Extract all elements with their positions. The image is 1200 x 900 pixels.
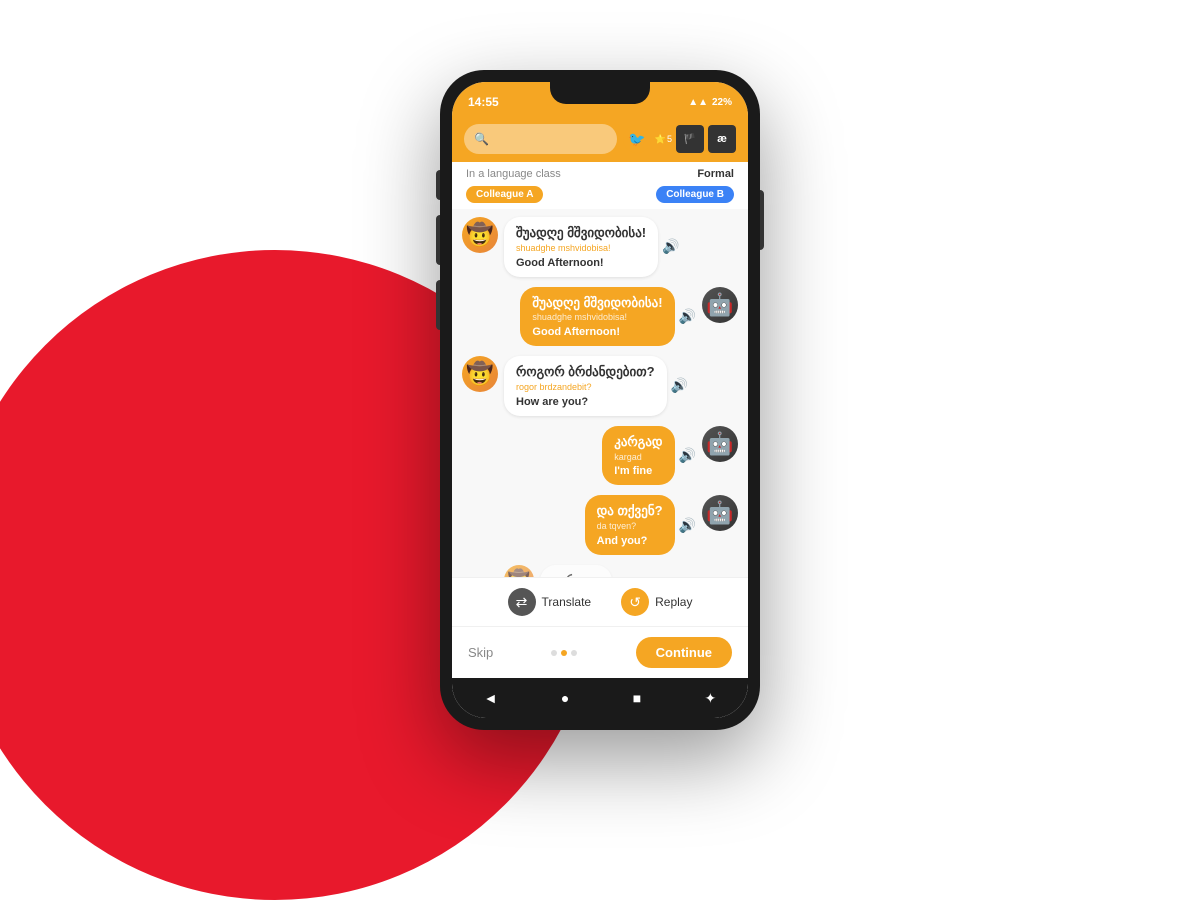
skip-button[interactable]: Skip xyxy=(468,645,493,660)
phone-wrapper: 14:55 ▲▲ 22% 🔍 🐦 ⭐ 5 🏴 æ xyxy=(440,70,760,730)
message-english: Good Afternoon! xyxy=(532,326,662,338)
message-row: 🤠 როგორ ბრძანდებით? rogor brdzandebit? H… xyxy=(462,356,738,416)
avatar-emoji-a: 🤠 xyxy=(466,222,493,248)
message-bubble: და თქვენ? da tqven? And you? xyxy=(585,495,675,555)
avatar-b: 🤖 xyxy=(702,287,738,323)
search-icon: 🔍 xyxy=(474,132,489,146)
notch xyxy=(550,82,650,104)
avatar-b: 🤖 xyxy=(702,426,738,462)
colleague-a-tag: Colleague A xyxy=(466,186,543,203)
top-nav: 🔍 🐦 ⭐ 5 🏴 æ xyxy=(452,118,748,162)
accessibility-button[interactable]: ✦ xyxy=(705,690,717,707)
android-nav: ◄ ● ■ ✦ xyxy=(452,678,748,718)
register-label: Formal xyxy=(697,168,734,180)
translate-button[interactable]: ⇄ Translate xyxy=(508,588,592,616)
message-romanized: rogor brdzandebit? xyxy=(516,382,655,394)
phone-device: 14:55 ▲▲ 22% 🔍 🐦 ⭐ 5 🏴 æ xyxy=(440,70,760,730)
bubble-wrap: 🔊 და თქვენ? da tqven? And you? xyxy=(585,495,696,555)
avatar-emoji-partial: 🤠 xyxy=(508,569,530,577)
avatar-emoji-b: 🤖 xyxy=(706,500,733,526)
message-english: I'm fine xyxy=(614,465,662,477)
translate-label: Translate xyxy=(542,595,592,609)
recent-button[interactable]: ■ xyxy=(633,690,641,706)
search-bar[interactable]: 🔍 xyxy=(464,124,617,154)
audio-icon[interactable]: 🔊 xyxy=(679,308,696,325)
bottom-controls: ⇄ Translate ↺ Replay xyxy=(452,577,748,626)
volume-up-button xyxy=(436,170,440,200)
phone-screen: 14:55 ▲▲ 22% 🔍 🐦 ⭐ 5 🏴 æ xyxy=(452,82,748,718)
message-georgian: და თქვენ? xyxy=(597,503,663,520)
partial-message-row: 🤠 კარგად xyxy=(462,565,738,577)
message-bubble: შუადღე მშვიდობისა! shuadghe mshvidobisa!… xyxy=(520,287,674,347)
message-row: 🤖 🔊 კარგად kargad I'm fine xyxy=(462,426,738,486)
avatar-a: 🤠 xyxy=(462,217,498,253)
bubble-wrap: შუადღე მშვიდობისა! shuadghe mshvidobisa!… xyxy=(504,217,680,277)
message-english: How are you? xyxy=(516,396,655,408)
message-romanized: shuadghe mshvidobisa! xyxy=(516,243,646,255)
dot-3 xyxy=(571,650,577,656)
audio-icon[interactable]: 🔊 xyxy=(679,517,696,534)
audio-icon[interactable]: 🔊 xyxy=(662,238,679,255)
replay-button[interactable]: ↺ Replay xyxy=(621,588,692,616)
partial-georgian: კარგად xyxy=(552,573,600,577)
replay-icon: ↺ xyxy=(621,588,649,616)
star-count: 5 xyxy=(667,134,672,144)
message-bubble: როგორ ბრძანდებით? rogor brdzandebit? How… xyxy=(504,356,667,416)
pagination-dots xyxy=(551,650,577,656)
message-georgian: შუადღე მშვიდობისა! xyxy=(532,295,662,312)
replay-label: Replay xyxy=(655,595,692,609)
message-english: Good Afternoon! xyxy=(516,257,646,269)
flag-icon-btn[interactable]: 🏴 xyxy=(676,125,704,153)
chat-area: 🤠 შუადღე მშვიდობისა! shuadghe mshvidobis… xyxy=(452,209,748,577)
avatar-a-partial: 🤠 xyxy=(504,565,534,577)
context-label: In a language class xyxy=(466,168,561,180)
avatar-emoji-b: 🤖 xyxy=(706,431,733,457)
audio-icon[interactable]: 🔊 xyxy=(671,377,688,394)
continue-button[interactable]: Continue xyxy=(636,637,732,668)
message-bubble: შუადღე მშვიდობისა! shuadghe mshvidobisa!… xyxy=(504,217,658,277)
status-time: 14:55 xyxy=(468,95,499,109)
star-badge[interactable]: ⭐ 5 xyxy=(655,134,672,145)
message-bubble: კარგად kargad I'm fine xyxy=(602,426,674,486)
signal-icon: ▲▲ xyxy=(688,97,708,108)
message-romanized: kargad xyxy=(614,452,662,464)
message-georgian: როგორ ბრძანდებით? xyxy=(516,364,655,381)
nav-icons: 🐦 ⭐ 5 🏴 æ xyxy=(623,125,736,153)
back-button[interactable]: ◄ xyxy=(484,690,498,706)
message-english: And you? xyxy=(597,535,663,547)
silent-button xyxy=(436,280,440,330)
star-icon: ⭐ xyxy=(655,134,666,145)
ae-icon-btn[interactable]: æ xyxy=(708,125,736,153)
home-button[interactable]: ● xyxy=(561,690,569,706)
audio-icon[interactable]: 🔊 xyxy=(679,447,696,464)
avatar-a: 🤠 xyxy=(462,356,498,392)
context-bar: In a language class Formal xyxy=(452,162,748,186)
avatar-emoji-b: 🤖 xyxy=(706,292,733,318)
dot-2 xyxy=(561,650,567,656)
colleague-tags: Colleague A Colleague B xyxy=(452,186,748,209)
volume-down-button xyxy=(436,215,440,265)
bubble-wrap: როგორ ბრძანდებით? rogor brdzandebit? How… xyxy=(504,356,688,416)
message-row: 🤖 🔊 და თქვენ? da tqven? And you? xyxy=(462,495,738,555)
status-icons: ▲▲ 22% xyxy=(688,97,732,108)
avatar-b: 🤖 xyxy=(702,495,738,531)
bird-icon-btn[interactable]: 🐦 xyxy=(623,125,651,153)
bubble-wrap: 🔊 კარგად kargad I'm fine xyxy=(602,426,696,486)
action-bar: Skip Continue xyxy=(452,626,748,678)
message-row: 🤖 🔊 შუადღე მშვიდობისა! shuadghe mshvidob… xyxy=(462,287,738,347)
power-button xyxy=(760,190,764,250)
message-row: 🤠 შუადღე მშვიდობისა! shuadghe mshvidobis… xyxy=(462,217,738,277)
partial-bubble: კარგად xyxy=(540,565,612,577)
colleague-b-tag: Colleague B xyxy=(656,186,734,203)
message-georgian: კარგად xyxy=(614,434,662,451)
battery-icon: 22% xyxy=(712,97,732,108)
bubble-wrap: 🔊 შუადღე მშვიდობისა! shuadghe mshvidobis… xyxy=(520,287,696,347)
avatar-emoji-a: 🤠 xyxy=(466,361,493,387)
status-bar: 14:55 ▲▲ 22% xyxy=(452,82,748,118)
message-georgian: შუადღე მშვიდობისა! xyxy=(516,225,646,242)
dot-1 xyxy=(551,650,557,656)
translate-icon: ⇄ xyxy=(508,588,536,616)
message-romanized: da tqven? xyxy=(597,521,663,533)
message-romanized: shuadghe mshvidobisa! xyxy=(532,312,662,324)
